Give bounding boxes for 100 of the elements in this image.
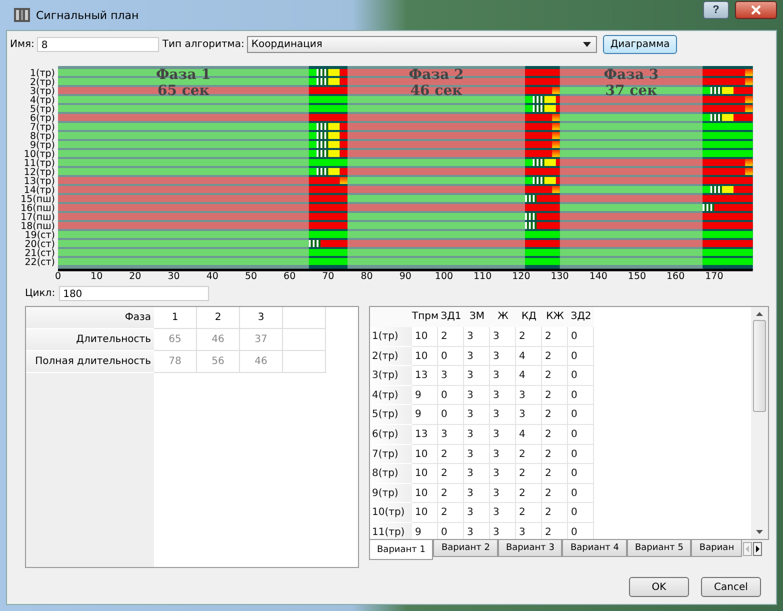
axis-tick-label: 20 bbox=[129, 271, 142, 282]
column-header: ЗМ bbox=[464, 307, 490, 327]
algorithm-label: Тип алгоритма: bbox=[162, 38, 244, 50]
table-cell: 3 bbox=[438, 366, 464, 386]
table-cell: 3 bbox=[516, 386, 542, 406]
table-cell: 0 bbox=[568, 503, 594, 523]
axis-tick-label: 10 bbox=[90, 271, 103, 282]
diagram-button[interactable]: Диаграмма bbox=[603, 34, 677, 54]
table-cell: 3 bbox=[464, 503, 490, 523]
scrollbar[interactable] bbox=[751, 307, 768, 539]
table-cell: 0 bbox=[568, 464, 594, 484]
column-header: КЖ bbox=[542, 307, 568, 327]
variant-tab[interactable]: Вариант 5 bbox=[626, 540, 692, 557]
table-cell: 46 bbox=[197, 329, 240, 351]
axis-tick-label: 90 bbox=[399, 271, 412, 282]
cycle-field[interactable]: 180 bbox=[59, 286, 210, 301]
variant-tab[interactable]: Вариант 4 bbox=[562, 540, 627, 557]
empty-cell bbox=[283, 307, 326, 329]
row-header: 8(тр) bbox=[370, 464, 412, 484]
dialog-button[interactable]: OK bbox=[629, 577, 689, 597]
dialog-button[interactable]: Cancel bbox=[701, 577, 761, 597]
table-cell: 4 bbox=[516, 366, 542, 386]
table-cell: 37 bbox=[240, 329, 283, 351]
table-cell: 2 bbox=[542, 444, 568, 464]
row-label: 11(тр) bbox=[24, 158, 55, 169]
table-cell: 3 bbox=[464, 464, 490, 484]
scroll-thumb[interactable] bbox=[753, 320, 766, 412]
table-cell: 10 bbox=[412, 464, 438, 484]
table-cell: 0 bbox=[568, 346, 594, 366]
scroll-down-icon[interactable] bbox=[756, 530, 763, 534]
name-field[interactable]: 8 bbox=[37, 36, 160, 52]
row-label: 10(тр) bbox=[24, 149, 55, 160]
table-cell: 3 bbox=[464, 386, 490, 406]
row-header: 10(тр) bbox=[370, 503, 412, 523]
row-label: 8(тр) bbox=[30, 131, 55, 142]
axis-tick-label: 170 bbox=[705, 271, 724, 282]
table-cell: 46 bbox=[240, 351, 283, 373]
table-cell: 2 bbox=[542, 484, 568, 504]
variant-tab[interactable]: Вариант 3 bbox=[498, 540, 562, 557]
axis-tick-label: 140 bbox=[589, 271, 608, 282]
table-cell: 2 bbox=[438, 503, 464, 523]
row-label: 17(пш) bbox=[20, 212, 55, 223]
row-label: 19(ст) bbox=[24, 230, 55, 241]
variant-tab[interactable]: Вариан bbox=[691, 540, 742, 557]
table-cell: 4 bbox=[516, 346, 542, 366]
table-cell: 13 bbox=[412, 424, 438, 445]
table-cell: 2 bbox=[438, 464, 464, 484]
name-label: Имя: bbox=[10, 38, 34, 50]
row-header: 6(тр) bbox=[370, 424, 412, 445]
table-cell: 3 bbox=[490, 424, 516, 445]
axis-tick-label: 110 bbox=[474, 271, 492, 282]
variant-tab[interactable]: Вариант 2 bbox=[433, 540, 498, 557]
table-cell: 2 bbox=[542, 366, 568, 386]
table-cell: 3 bbox=[490, 366, 516, 386]
row-label: 4(тр) bbox=[30, 95, 55, 106]
row-label: 2(тр) bbox=[30, 77, 55, 88]
axis-tick-label: 150 bbox=[628, 271, 646, 282]
table-cell: 1 bbox=[154, 307, 197, 329]
table-cell: 3 bbox=[490, 405, 516, 425]
algorithm-dropdown[interactable]: Координация bbox=[247, 36, 598, 52]
table-cell: 2 bbox=[542, 327, 568, 347]
row-label: 14(тр) bbox=[24, 185, 55, 196]
row-header: 4(тр) bbox=[370, 386, 412, 406]
table-cell: 9 bbox=[412, 386, 438, 406]
close-icon bbox=[751, 5, 761, 15]
row-header: 7(тр) bbox=[370, 444, 412, 464]
scroll-up-icon[interactable] bbox=[756, 312, 763, 316]
axis-tick-label: 130 bbox=[550, 271, 569, 282]
close-button[interactable] bbox=[735, 1, 777, 19]
scroll-right-icon[interactable] bbox=[753, 542, 762, 556]
table-cell: 0 bbox=[568, 405, 594, 425]
table-cell: 2 bbox=[516, 327, 542, 347]
table-cell: 2 bbox=[516, 444, 542, 464]
table-cell: 13 bbox=[412, 366, 438, 386]
table-cell: 0 bbox=[438, 405, 464, 425]
row-header: 2(тр) bbox=[370, 346, 412, 366]
table-cell: 2 bbox=[516, 464, 542, 484]
row-label: 16(пш) bbox=[20, 203, 55, 214]
axis-tick-label: 50 bbox=[244, 271, 258, 282]
table-cell: 3 bbox=[464, 484, 490, 504]
variant-tab[interactable]: Вариант 1 bbox=[369, 540, 434, 560]
axis-tick-label: 0 bbox=[54, 271, 62, 282]
axis-tick-label: 100 bbox=[434, 271, 454, 282]
cycle-label: Цикл: bbox=[25, 288, 56, 299]
help-button[interactable]: ? bbox=[703, 1, 729, 19]
table-cell: 3 bbox=[464, 366, 490, 386]
table-cell: 10 bbox=[412, 484, 438, 504]
table-cell: 2 bbox=[438, 444, 464, 464]
row-header: 11(тр) bbox=[370, 522, 412, 539]
table-cell: 2 bbox=[542, 503, 568, 523]
table-cell: 3 bbox=[438, 424, 464, 445]
table-cell: 3 bbox=[490, 327, 516, 347]
row-header: 9(тр) bbox=[370, 484, 412, 504]
column-header: ЗД1 bbox=[438, 307, 464, 327]
table-cell: 2 bbox=[516, 484, 542, 504]
table-cell: 3 bbox=[240, 307, 283, 329]
axis-tick-label: 80 bbox=[360, 271, 373, 282]
table-cell: 2 bbox=[542, 464, 568, 484]
empty-cell bbox=[283, 351, 326, 373]
table-cell: 10 bbox=[412, 327, 438, 347]
